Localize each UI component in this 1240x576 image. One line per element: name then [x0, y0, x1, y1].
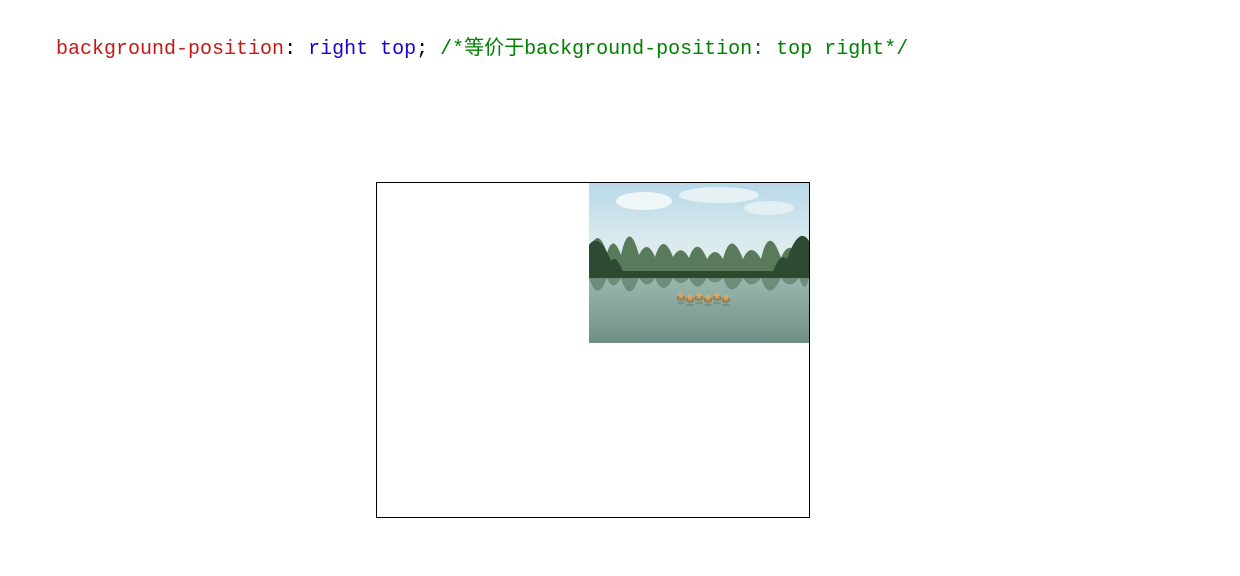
demo-container: [376, 182, 810, 518]
landscape-image: [589, 183, 809, 343]
css-property: background-position: [56, 38, 284, 61]
css-semicolon: ;: [416, 38, 440, 61]
css-code-line: background-position: right top; /*等价于bac…: [32, 8, 908, 64]
css-value-right: right: [308, 38, 368, 61]
css-colon: :: [284, 38, 308, 61]
css-space: [368, 38, 380, 61]
css-value-top: top: [380, 38, 416, 61]
css-comment: /*等价于background-position: top right*/: [440, 38, 908, 61]
